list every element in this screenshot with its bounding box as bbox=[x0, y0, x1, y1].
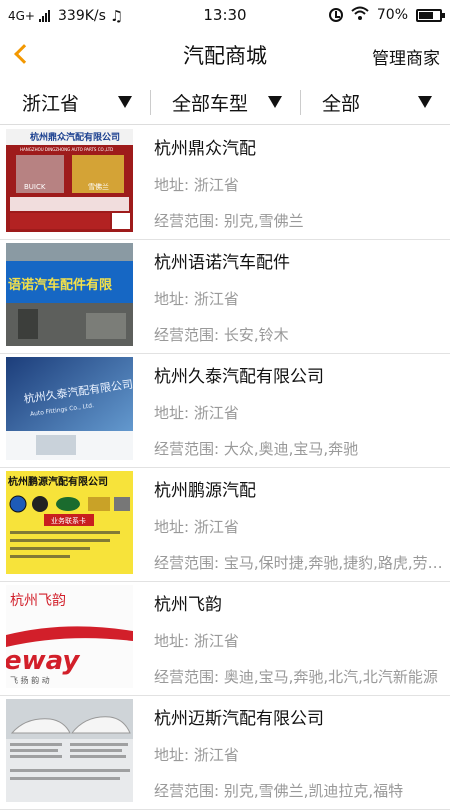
dropdown-triangle-icon bbox=[418, 96, 432, 108]
merchant-scope: 经营范围: 大众,奥迪,宝马,奔驰 bbox=[154, 440, 359, 458]
merchant-scope: 经营范围: 奥迪,宝马,奔驰,北汽,北汽新能源 bbox=[154, 668, 438, 686]
merchant-scope: 经营范围: 别克,雪佛兰,凯迪拉克,福特 bbox=[154, 782, 404, 800]
battery-icon bbox=[416, 8, 445, 22]
merchant-photo: 杭州鼎众汽配有限公司 HANGZHOU DINGZHONG AUTO PARTS… bbox=[6, 129, 133, 232]
merchant-item[interactable]: 杭州久泰汽配有限公司 Auto Fittings Co., Ltd. 杭州久泰汽… bbox=[0, 354, 450, 468]
province-filter[interactable]: 浙江省 bbox=[0, 80, 150, 124]
thumb-small-text: 飞 扬 韵 动 bbox=[10, 675, 50, 685]
thumb-text: 杭州鹏源汽配有限公司 bbox=[8, 475, 108, 488]
wifi-icon bbox=[351, 6, 369, 24]
car-model-filter[interactable]: 全部车型 bbox=[150, 80, 300, 124]
thumb-text: 杭州鼎众汽配有限公司 bbox=[30, 131, 120, 143]
filter-bar: 浙江省 全部车型 全部 bbox=[0, 80, 450, 125]
merchant-address: 地址: 浙江省 bbox=[154, 632, 239, 650]
merchant-scope: 经营范围: 宝马,保时捷,奔驰,捷豹,路虎,劳斯莱斯 bbox=[154, 554, 444, 572]
thumb-subtext: 业务联系卡 bbox=[51, 516, 86, 525]
category-filter[interactable]: 全部 bbox=[300, 80, 450, 124]
thumb-text: 杭州飞韵 bbox=[10, 593, 66, 609]
merchant-item[interactable]: 杭州迈斯汽配有限公司 地址: 浙江省 经营范围: 别克,雪佛兰,凯迪拉克,福特 bbox=[0, 696, 450, 810]
merchant-item[interactable]: 杭州鹏源汽配有限公司 业务联系卡 杭州鹏源汽配 地址: 浙江省 经营范围: 宝马… bbox=[0, 468, 450, 582]
merchant-name: 杭州久泰汽配有限公司 bbox=[154, 367, 324, 387]
filter-label: 全部 bbox=[322, 92, 361, 115]
merchant-name: 杭州迈斯汽配有限公司 bbox=[154, 709, 324, 729]
merchant-name: 杭州鼎众汽配 bbox=[154, 139, 256, 159]
merchant-name: 杭州飞韵 bbox=[154, 595, 222, 615]
thumb-brand: 雪佛兰 bbox=[88, 182, 109, 191]
battery-percent: 70% bbox=[376, 7, 408, 23]
merchant-scope: 经营范围: 别克,雪佛兰 bbox=[154, 212, 304, 230]
merchant-scope: 经营范围: 长安,铃木 bbox=[154, 326, 289, 344]
merchant-address: 地址: 浙江省 bbox=[154, 176, 239, 194]
thumb-text: 语诺汽车配件有限 bbox=[8, 277, 113, 293]
alarm-icon bbox=[328, 8, 343, 22]
merchant-address: 地址: 浙江省 bbox=[154, 518, 239, 536]
thumb-subtext: HANGZHOU DINGZHONG AUTO PARTS CO.,LTD bbox=[20, 147, 113, 152]
merchant-item[interactable]: 语诺汽车配件有限 杭州语诺汽车配件 地址: 浙江省 经营范围: 长安,铃木 bbox=[0, 240, 450, 354]
merchant-item[interactable]: 杭州鼎众汽配有限公司 HANGZHOU DINGZHONG AUTO PARTS… bbox=[0, 126, 450, 240]
dropdown-triangle-icon bbox=[268, 96, 282, 108]
filter-label: 浙江省 bbox=[22, 92, 80, 115]
merchant-list: 杭州鼎众汽配有限公司 HANGZHOU DINGZHONG AUTO PARTS… bbox=[0, 126, 450, 810]
merchant-name: 杭州语诺汽车配件 bbox=[154, 253, 290, 273]
merchant-address: 地址: 浙江省 bbox=[154, 290, 239, 308]
filter-label: 全部车型 bbox=[172, 92, 249, 115]
merchant-photo: 杭州鹏源汽配有限公司 业务联系卡 bbox=[6, 471, 133, 574]
nav-bar: 汽配商城 管理商家 bbox=[0, 30, 450, 80]
merchant-photo bbox=[6, 699, 133, 802]
merchant-item[interactable]: 杭州飞韵 eway 飞 扬 韵 动 杭州飞韵 地址: 浙江省 经营范围: 奥迪,… bbox=[0, 582, 450, 696]
status-bar: 4G+ 339K/s ♫ 13:30 70% bbox=[0, 0, 450, 30]
thumb-brand: BUICK bbox=[24, 183, 46, 191]
dropdown-triangle-icon bbox=[118, 96, 132, 108]
merchant-photo: 语诺汽车配件有限 bbox=[6, 243, 133, 346]
merchant-address: 地址: 浙江省 bbox=[154, 746, 239, 764]
battery-fill bbox=[419, 11, 433, 19]
merchant-name: 杭州鹏源汽配 bbox=[154, 481, 256, 501]
merchant-address: 地址: 浙江省 bbox=[154, 404, 239, 422]
manage-merchants-button[interactable]: 管理商家 bbox=[372, 44, 440, 69]
merchant-photo: 杭州久泰汽配有限公司 Auto Fittings Co., Ltd. bbox=[6, 357, 133, 460]
thumb-subtext: eway bbox=[6, 646, 80, 676]
merchant-photo: 杭州飞韵 eway 飞 扬 韵 动 bbox=[6, 585, 133, 688]
